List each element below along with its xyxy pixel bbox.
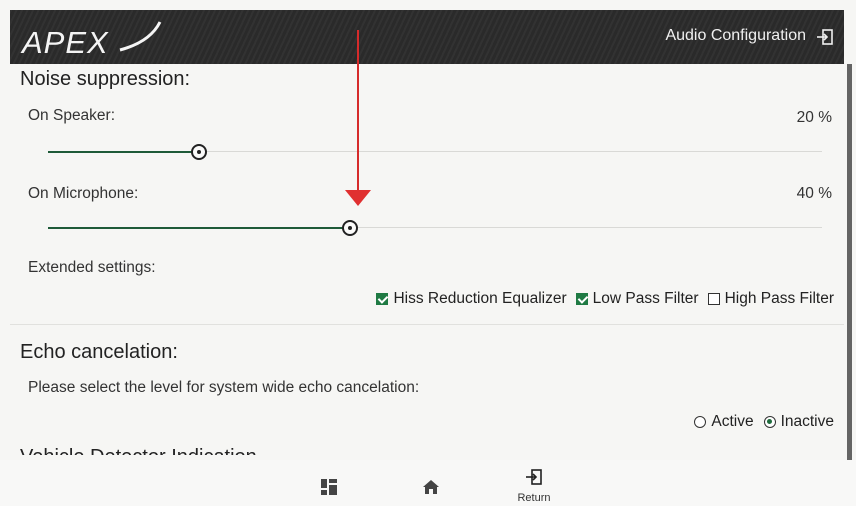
bottom-nav-bar: Return — [0, 460, 856, 506]
active-label: Active — [711, 413, 754, 430]
home-button[interactable] — [411, 468, 451, 504]
inactive-label: Inactive — [780, 413, 834, 430]
radio-unselected[interactable] — [694, 416, 707, 428]
microphone-label: On Microphone: — [28, 185, 139, 202]
speaker-slider[interactable] — [48, 142, 822, 162]
microphone-slider[interactable] — [48, 218, 822, 238]
low-pass-filter-checkbox[interactable]: Low Pass Filter — [575, 290, 699, 308]
echo-cancelation-title: Echo cancelation: — [20, 341, 178, 363]
echo-inactive-radio[interactable]: Inactive — [763, 413, 834, 431]
slider-thumb[interactable] — [191, 144, 207, 160]
return-icon — [526, 469, 542, 485]
grid-icon — [321, 479, 337, 495]
noise-suppression-title: Noise suppression: — [20, 68, 191, 90]
page-title: Audio Configuration — [665, 27, 806, 44]
annotation-arrow-head — [345, 190, 371, 206]
microphone-value: 40 % — [796, 185, 832, 202]
echo-prompt: Please select the level for system wide … — [28, 379, 420, 396]
radio-selected[interactable] — [763, 416, 776, 428]
high-pass-filter-checkbox[interactable]: High Pass Filter — [707, 290, 834, 308]
logout-icon[interactable] — [816, 28, 834, 46]
annotation-arrow-line — [357, 30, 359, 192]
low-pass-filter-label: Low Pass Filter — [592, 290, 699, 307]
slider-fill — [48, 227, 350, 229]
settings-content: Noise suppression: On Speaker: 20 % On M… — [10, 64, 844, 460]
filter-checkboxes: Hiss Reduction Equalizer Low Pass Filter… — [376, 290, 834, 308]
speaker-value: 20 % — [796, 109, 832, 126]
slider-fill — [48, 151, 199, 153]
dashboard-button[interactable] — [309, 468, 349, 504]
section-divider — [10, 324, 844, 325]
echo-level-radios: Active Inactive — [694, 413, 834, 431]
echo-active-radio[interactable]: Active — [694, 413, 754, 431]
return-label: Return — [517, 492, 551, 504]
partial-section-title: Vehicle Detector Indication — [20, 442, 257, 455]
checkbox-checked[interactable] — [575, 293, 588, 305]
audio-configuration-screen: APEX Audio Configuration Noise suppressi… — [0, 0, 856, 506]
speaker-label: On Speaker: — [28, 107, 116, 124]
high-pass-filter-label: High Pass Filter — [724, 290, 834, 307]
extended-settings-label: Extended settings: — [28, 259, 156, 276]
hiss-reduction-label: Hiss Reduction Equalizer — [393, 290, 567, 307]
svg-text:APEX: APEX — [20, 25, 109, 60]
return-button[interactable]: Return — [512, 468, 556, 504]
checkbox-unchecked[interactable] — [707, 293, 720, 305]
apex-logo: APEX — [20, 21, 162, 60]
checkbox-checked[interactable] — [376, 293, 389, 305]
home-icon — [423, 480, 439, 494]
slider-thumb[interactable] — [342, 220, 358, 236]
scrollbar[interactable] — [847, 64, 852, 460]
hiss-reduction-checkbox[interactable]: Hiss Reduction Equalizer — [376, 290, 567, 308]
app-header: APEX Audio Configuration — [10, 10, 844, 64]
